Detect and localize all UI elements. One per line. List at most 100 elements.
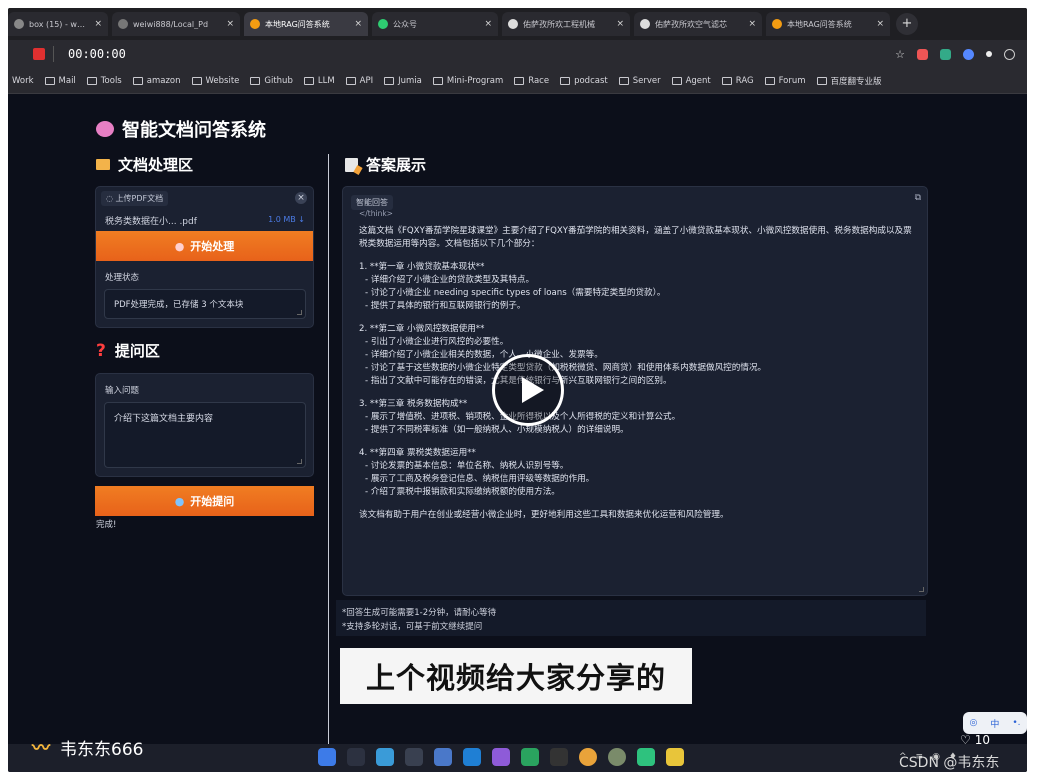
bookmark-item[interactable]: Race (514, 76, 549, 86)
bookmark-item[interactable]: RAG (721, 75, 754, 86)
bookmark-label: RAG (735, 75, 754, 86)
bookmark-item[interactable]: amazon (132, 75, 181, 86)
question-panel: 输入问题 介绍下这篇文档主要内容 (95, 373, 314, 477)
bookmark-item[interactable]: Jumia (384, 76, 422, 86)
bookmark-item[interactable]: LLM (303, 75, 335, 86)
column-divider (328, 154, 329, 744)
answer-line: - 展示了增值税、进项税、销项税、企业所得税以及个人所得税的定义和计算公式。 (365, 412, 681, 422)
resize-handle[interactable] (919, 587, 924, 592)
browser-tab[interactable]: 佑萨孜所欢工程机械 × (502, 12, 630, 36)
bookmark-label: Work (12, 75, 34, 86)
taskbar-app-icon[interactable] (434, 748, 452, 766)
answer-line: - 讨论发票的基本信息：单位名称、纳税人识别号等。 (365, 461, 569, 471)
taskbar-app-icon[interactable] (376, 748, 394, 766)
tab-label: 佑萨孜所欢工程机械 (523, 19, 595, 29)
taskbar-app-icon[interactable] (405, 748, 423, 766)
uploaded-file-size[interactable]: 1.0 MB ↓ (268, 215, 305, 224)
taskbar-app-icon[interactable] (550, 748, 568, 766)
answer-line: - 介绍了票税中报销款和实际缴纳税额的使用方法。 (365, 487, 560, 497)
wechat-icon[interactable] (637, 748, 655, 766)
profile-dot-icon[interactable] (986, 51, 992, 57)
tab-close-icon[interactable]: × (484, 19, 492, 29)
taskbar-app-icon[interactable] (521, 748, 539, 766)
folder-icon[interactable] (666, 748, 684, 766)
upload-panel: ◌ 上传PDF文档 × 税务类数据在小... .pdf 1.0 MB ↓ ● 开… (95, 186, 314, 328)
answer-chapter: 1. **第一章 小微贷款基本现状** - 详细介绍了小微企业的贷款类型及其特点。… (359, 261, 915, 313)
upload-clear-button[interactable]: × (295, 192, 307, 204)
browser-tab[interactable]: box (15) - weiwi × (8, 12, 108, 36)
browser-tab[interactable]: weiwi888/Local_Pd × (112, 12, 240, 36)
rocket-icon: ● (174, 239, 185, 253)
notes: *回答生成可能需要1-2分钟，请耐心等待 *支持多轮对话，可基于前文继续提问 (342, 606, 496, 634)
bookmark-item[interactable]: podcast (560, 76, 608, 86)
tab-close-icon[interactable]: × (616, 19, 624, 29)
ime-indicator[interactable]: ◎ 中 •. (963, 712, 1027, 734)
bookmark-item[interactable]: Forum (764, 76, 806, 86)
search-icon[interactable] (347, 748, 365, 766)
tab-close-icon[interactable]: × (748, 19, 756, 29)
search-icon: ● (174, 494, 185, 508)
copy-icon[interactable]: ⧉ (915, 193, 921, 203)
taskbar-app-icon[interactable] (608, 748, 626, 766)
tab-close-icon[interactable]: × (354, 19, 362, 29)
tab-close-icon[interactable]: × (94, 19, 102, 29)
tab-favicon-icon (772, 19, 782, 29)
toolbar-actions: ☆ (895, 48, 1027, 61)
resize-handle[interactable] (297, 310, 302, 315)
question-input[interactable]: 介绍下这篇文档主要内容 (104, 402, 306, 468)
browser-tab[interactable]: 本地RAG问答系统 × (244, 12, 368, 36)
tab-close-icon[interactable]: × (876, 19, 884, 29)
browser-tab[interactable]: 佑萨孜所欢空气滤芯 × (634, 12, 762, 36)
like-counter[interactable]: ♡ 10 (960, 733, 990, 747)
bookmark-item[interactable]: Agent (671, 75, 711, 86)
extension-icon[interactable] (963, 48, 974, 60)
screen-recording: box (15) - weiwi × weiwi888/Local_Pd × 本地RAG… (8, 8, 1027, 772)
settings-gear-icon[interactable] (1004, 48, 1015, 60)
bookmark-item[interactable]: Mini-Program (432, 76, 503, 86)
taskbar-app-icon[interactable] (492, 748, 510, 766)
bookmark-item[interactable]: Website (191, 75, 240, 86)
extension-icon[interactable] (940, 48, 951, 60)
chrome-icon[interactable] (579, 748, 597, 766)
ask-button[interactable]: ● 开始提问 (95, 486, 314, 516)
resize-handle[interactable] (297, 459, 302, 464)
vscode-icon[interactable] (463, 748, 481, 766)
browser-toolbar: 00:00:00 ☆ (8, 40, 1027, 68)
bookmark-item[interactable]: Work (12, 76, 34, 86)
answer-chapter: 4. **第四章 票税类数据运用** - 讨论发票的基本信息：单位名称、纳税人识别… (359, 447, 915, 499)
answer-think-tag: </think> (359, 209, 393, 218)
browser-tab[interactable]: 公众号 × (372, 12, 498, 36)
browser-tab-bar: box (15) - weiwi × weiwi888/Local_Pd × 本地RAG… (8, 8, 1027, 40)
status-label: 处理状态 (105, 273, 140, 283)
play-icon[interactable] (492, 354, 564, 426)
ime-icon: ◎ (969, 718, 978, 728)
record-stop-icon[interactable] (33, 48, 45, 60)
bookmark-item[interactable]: 百度翻专业版 (816, 75, 882, 87)
browser-tab[interactable]: 本地RAG问答系统 × (766, 12, 890, 36)
uploaded-file-name[interactable]: 税务类数据在小... .pdf (105, 214, 197, 227)
bookmark-label: amazon (146, 75, 181, 86)
upload-dot-icon: ◌ (106, 194, 116, 203)
answer-line: - 展示了工商及税务登记信息、纳税信用评级等数据的作用。 (365, 474, 595, 484)
bookmark-item[interactable]: API (345, 76, 373, 86)
tab-close-icon[interactable]: × (226, 19, 234, 29)
bookmark-item[interactable]: Server (618, 76, 661, 86)
bookmark-item[interactable]: Mail (44, 76, 76, 86)
bookmark-item[interactable]: Tools (86, 75, 122, 86)
folder-icon (345, 76, 356, 85)
folder-icon (86, 76, 97, 85)
bookmark-label: LLM (317, 75, 335, 86)
bookmark-label: Tools (100, 75, 122, 86)
doc-section-title-text: 文档处理区 (118, 156, 194, 174)
windows-start-icon[interactable] (318, 748, 336, 766)
extension-icon[interactable] (917, 48, 928, 60)
bookmark-label: Agent (685, 75, 711, 86)
answer-section-title: 答案展示 (345, 154, 426, 175)
input-label: 输入问题 (105, 386, 140, 396)
bookmark-star-icon[interactable]: ☆ (895, 48, 905, 61)
bookmark-label: Website (205, 75, 240, 86)
bookmark-label: podcast (574, 75, 608, 86)
process-button[interactable]: ● 开始处理 (96, 231, 313, 261)
bookmark-item[interactable]: Github (250, 76, 293, 86)
new-tab-button[interactable]: + (896, 13, 918, 35)
